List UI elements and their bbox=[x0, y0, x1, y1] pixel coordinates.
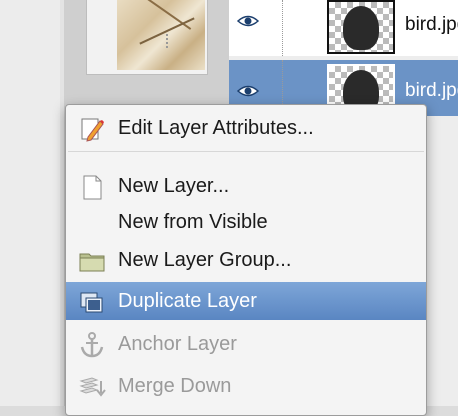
menu-item-label: New Layer... bbox=[118, 175, 230, 197]
panel-resize-handle[interactable] bbox=[166, 34, 170, 48]
menu-item-anchor-layer[interactable]: Anchor Layer bbox=[66, 325, 426, 363]
layer-thumbnail bbox=[327, 0, 395, 54]
image-preview-photo bbox=[117, 0, 205, 70]
menu-item-label: Anchor Layer bbox=[118, 333, 237, 355]
pencil-icon bbox=[81, 118, 104, 142]
eye-visibility-icon[interactable] bbox=[237, 14, 259, 28]
menu-item-label: Edit Layer Attributes... bbox=[118, 117, 314, 139]
menu-item-new-from-visible[interactable]: New from Visible bbox=[66, 203, 426, 241]
left-dock-strip bbox=[0, 0, 65, 406]
layer-name[interactable]: bird.jpg bbox=[405, 80, 458, 102]
menu-item-label: Duplicate Layer bbox=[118, 290, 257, 312]
image-preview-panel bbox=[64, 0, 229, 106]
chain-column-separator bbox=[282, 0, 283, 56]
document-icon bbox=[83, 175, 102, 200]
menu-item-label: New from Visible bbox=[118, 211, 268, 233]
menu-item-edit-layer-attributes[interactable]: Edit Layer Attributes... bbox=[66, 109, 426, 147]
anchor-icon bbox=[80, 332, 104, 358]
image-preview-frame bbox=[86, 0, 208, 75]
folder-icon bbox=[79, 253, 105, 272]
layer-row[interactable]: bird.jpg bbox=[229, 0, 458, 56]
menu-separator bbox=[68, 151, 424, 152]
menu-item-label: Merge Down bbox=[118, 375, 232, 397]
menu-item-duplicate-layer[interactable]: Duplicate Layer bbox=[66, 282, 426, 320]
menu-item-new-layer-group[interactable]: New Layer Group... bbox=[66, 241, 426, 279]
menu-item-label: New Layer Group... bbox=[118, 249, 292, 271]
merge-down-icon bbox=[79, 377, 106, 397]
menu-item-merge-down[interactable]: Merge Down bbox=[66, 367, 426, 405]
bird-thumbnail-image bbox=[343, 6, 379, 50]
duplicate-layer-icon bbox=[80, 292, 103, 313]
menu-item-new-layer[interactable]: New Layer... bbox=[66, 167, 426, 205]
layer-name[interactable]: bird.jpg bbox=[405, 14, 458, 36]
layer-context-menu: Edit Layer Attributes... New Layer... Ne… bbox=[65, 104, 427, 416]
eye-visibility-icon[interactable] bbox=[237, 84, 259, 98]
